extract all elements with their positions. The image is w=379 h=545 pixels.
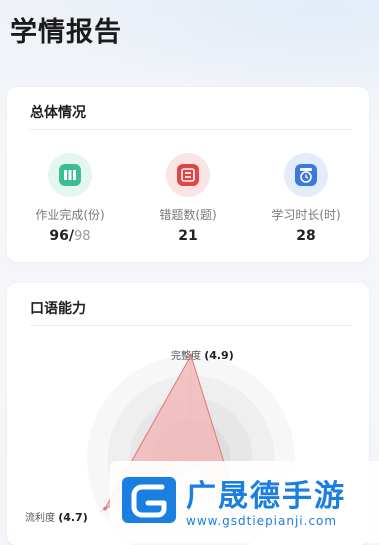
summary-card-title: 总体情况 — [30, 105, 86, 121]
stat-label: 作业完成(份) — [35, 208, 105, 222]
homework-total: 98 — [74, 229, 91, 244]
wrong-questions-icon-bg — [166, 153, 210, 197]
page-title: 学情报告 — [10, 17, 122, 48]
stat-value: 21 — [178, 228, 198, 244]
watermark-name: 广晟德手游 — [186, 479, 346, 514]
wrong-questions-icon — [177, 164, 199, 186]
radar-label-fluency: 流利度 (4.7) — [25, 509, 88, 524]
watermark-url: www.gsdtiepianji.com — [186, 514, 338, 528]
watermark-logo — [118, 469, 180, 535]
stat-label: 错题数(题) — [159, 208, 217, 222]
stat-wrong-questions[interactable]: 错题数(题) 21 — [133, 153, 243, 244]
radar-point-2 — [103, 506, 107, 511]
watermark: 广晟德手游 www.gsdtiepianji.com — [110, 461, 379, 543]
axis-name: 流利度 — [25, 513, 55, 524]
homework-icon-bg — [48, 153, 92, 197]
divider — [30, 129, 353, 130]
homework-completed: 96/ — [49, 228, 75, 244]
stat-value: 96/98 — [15, 228, 125, 244]
stat-study-time[interactable]: 学习时长(时) 28 — [251, 153, 361, 244]
summary-card: 总体情况 作业完成(份) 96/98 错题数(题) 21 学习时长(时) 28 — [7, 87, 369, 262]
axis-score: (4.7) — [58, 511, 88, 524]
stat-homework[interactable]: 作业完成(份) 96/98 — [15, 153, 125, 244]
axis-name: 完整度 — [171, 351, 201, 362]
book-icon — [59, 164, 81, 186]
stat-value: 28 — [296, 228, 316, 244]
clock-icon — [295, 164, 317, 186]
axis-score: (4.9) — [204, 349, 234, 362]
study-time-icon-bg — [284, 153, 328, 197]
radar-label-completeness: 完整度 (4.9) — [171, 347, 234, 362]
stat-label: 学习时长(时) — [271, 208, 341, 222]
